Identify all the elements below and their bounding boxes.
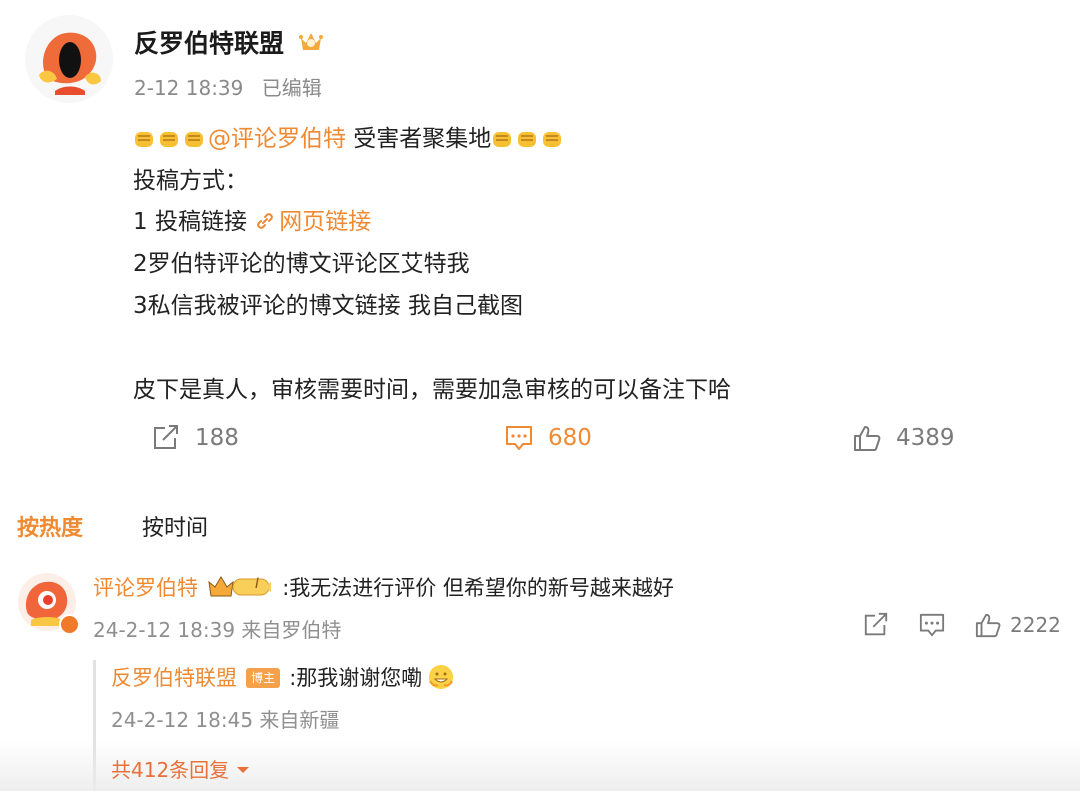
post-line-3-text: 1 投稿链接 xyxy=(133,209,255,235)
fist-emoji-icon xyxy=(185,132,203,147)
comment-text: :我无法进行评价 但希望你的新号越来越好 xyxy=(282,576,674,600)
edited-label: 已编辑 xyxy=(261,76,322,100)
comment-repost-button[interactable] xyxy=(862,612,890,638)
post-line-3: 1 投稿链接 网页链接 xyxy=(133,202,371,236)
reply-meta: 24-2-12 18:45 来自新疆 xyxy=(111,708,340,732)
comment-button[interactable]: 680 xyxy=(504,424,592,452)
author-avatar[interactable] xyxy=(25,15,113,103)
post-line-6: 皮下是真人，审核需要时间，需要加急审核的可以备注下哈 xyxy=(133,377,731,403)
post-line-2: 投稿方式： xyxy=(133,168,248,194)
comment-icon xyxy=(506,426,532,450)
post-line-1: @评论罗伯特 受害者聚集地 xyxy=(133,119,566,153)
reply-total-text[interactable]: 共412条回复 xyxy=(111,758,229,782)
reply-text: :那我谢谢您嘞 xyxy=(289,666,423,690)
like-button[interactable]: 4389 xyxy=(852,424,955,452)
comment-author-name[interactable]: 评论罗伯特 xyxy=(93,576,198,600)
host-badge: 博主 xyxy=(246,668,281,688)
avatar-illustration xyxy=(25,15,113,103)
post-time: 2-12 18:39 xyxy=(134,76,244,100)
repost-count: 188 xyxy=(195,425,239,451)
comment-like-button[interactable]: 2222 xyxy=(974,612,1061,638)
reply-author-name[interactable]: 反罗伯特联盟 xyxy=(111,666,237,690)
post-author-name[interactable]: 反罗伯特联盟 xyxy=(134,24,325,60)
post-line-5: 3私信我被评论的博文链接 我自己截图 xyxy=(133,293,523,319)
like-count: 4389 xyxy=(896,425,955,451)
post-line-1-text: 受害者聚集地 xyxy=(346,126,492,152)
fist-emoji-icon xyxy=(160,132,178,147)
fist-emoji-icon xyxy=(135,132,153,147)
comment-header: 评论罗伯特 I :我无法进行评价 但希望你的新号越来越好 xyxy=(93,572,674,602)
view-all-replies-link[interactable]: 共412条回复 xyxy=(111,754,250,783)
author-crown-icon xyxy=(297,28,325,60)
comment-count: 680 xyxy=(548,425,592,451)
fist-emoji-icon xyxy=(518,132,537,147)
commenter-avatar[interactable] xyxy=(17,572,80,635)
verified-badge-icon xyxy=(59,614,80,635)
comment-meta: 24-2-12 18:39 来自罗伯特 xyxy=(93,618,342,642)
fist-emoji-icon xyxy=(493,132,512,147)
comment-like-count: 2222 xyxy=(1010,613,1061,637)
crown-level-badge-icon xyxy=(207,574,273,602)
repost-icon xyxy=(154,425,178,449)
web-link-text[interactable]: 网页链接 xyxy=(279,209,371,235)
reply-header: 反罗伯特联盟 博主 :那我谢谢您嘞 xyxy=(111,662,455,692)
chevron-down-icon xyxy=(236,767,249,773)
post-meta: 2-12 18:39 已编辑 xyxy=(134,72,322,101)
grin-emoji-icon xyxy=(429,665,454,689)
post-line-4: 2罗伯特评论的博文评论区艾特我 xyxy=(133,251,470,277)
tab-sort-hot[interactable]: 按热度 xyxy=(17,510,83,542)
repost-button[interactable]: 188 xyxy=(151,424,239,452)
mention-link[interactable]: @评论罗伯特 xyxy=(208,126,346,152)
tab-sort-time[interactable]: 按时间 xyxy=(142,510,208,542)
repost-icon xyxy=(864,612,888,636)
web-link[interactable]: 网页链接 xyxy=(254,209,371,235)
comment-reply-button[interactable] xyxy=(918,612,946,638)
like-icon xyxy=(975,613,1001,638)
like-icon xyxy=(854,426,881,451)
comment-icon xyxy=(919,613,945,637)
fist-emoji-icon xyxy=(543,132,562,147)
author-name-text[interactable]: 反罗伯特联盟 xyxy=(134,29,284,58)
comment-level-text: I xyxy=(255,576,260,592)
link-icon xyxy=(257,213,274,229)
